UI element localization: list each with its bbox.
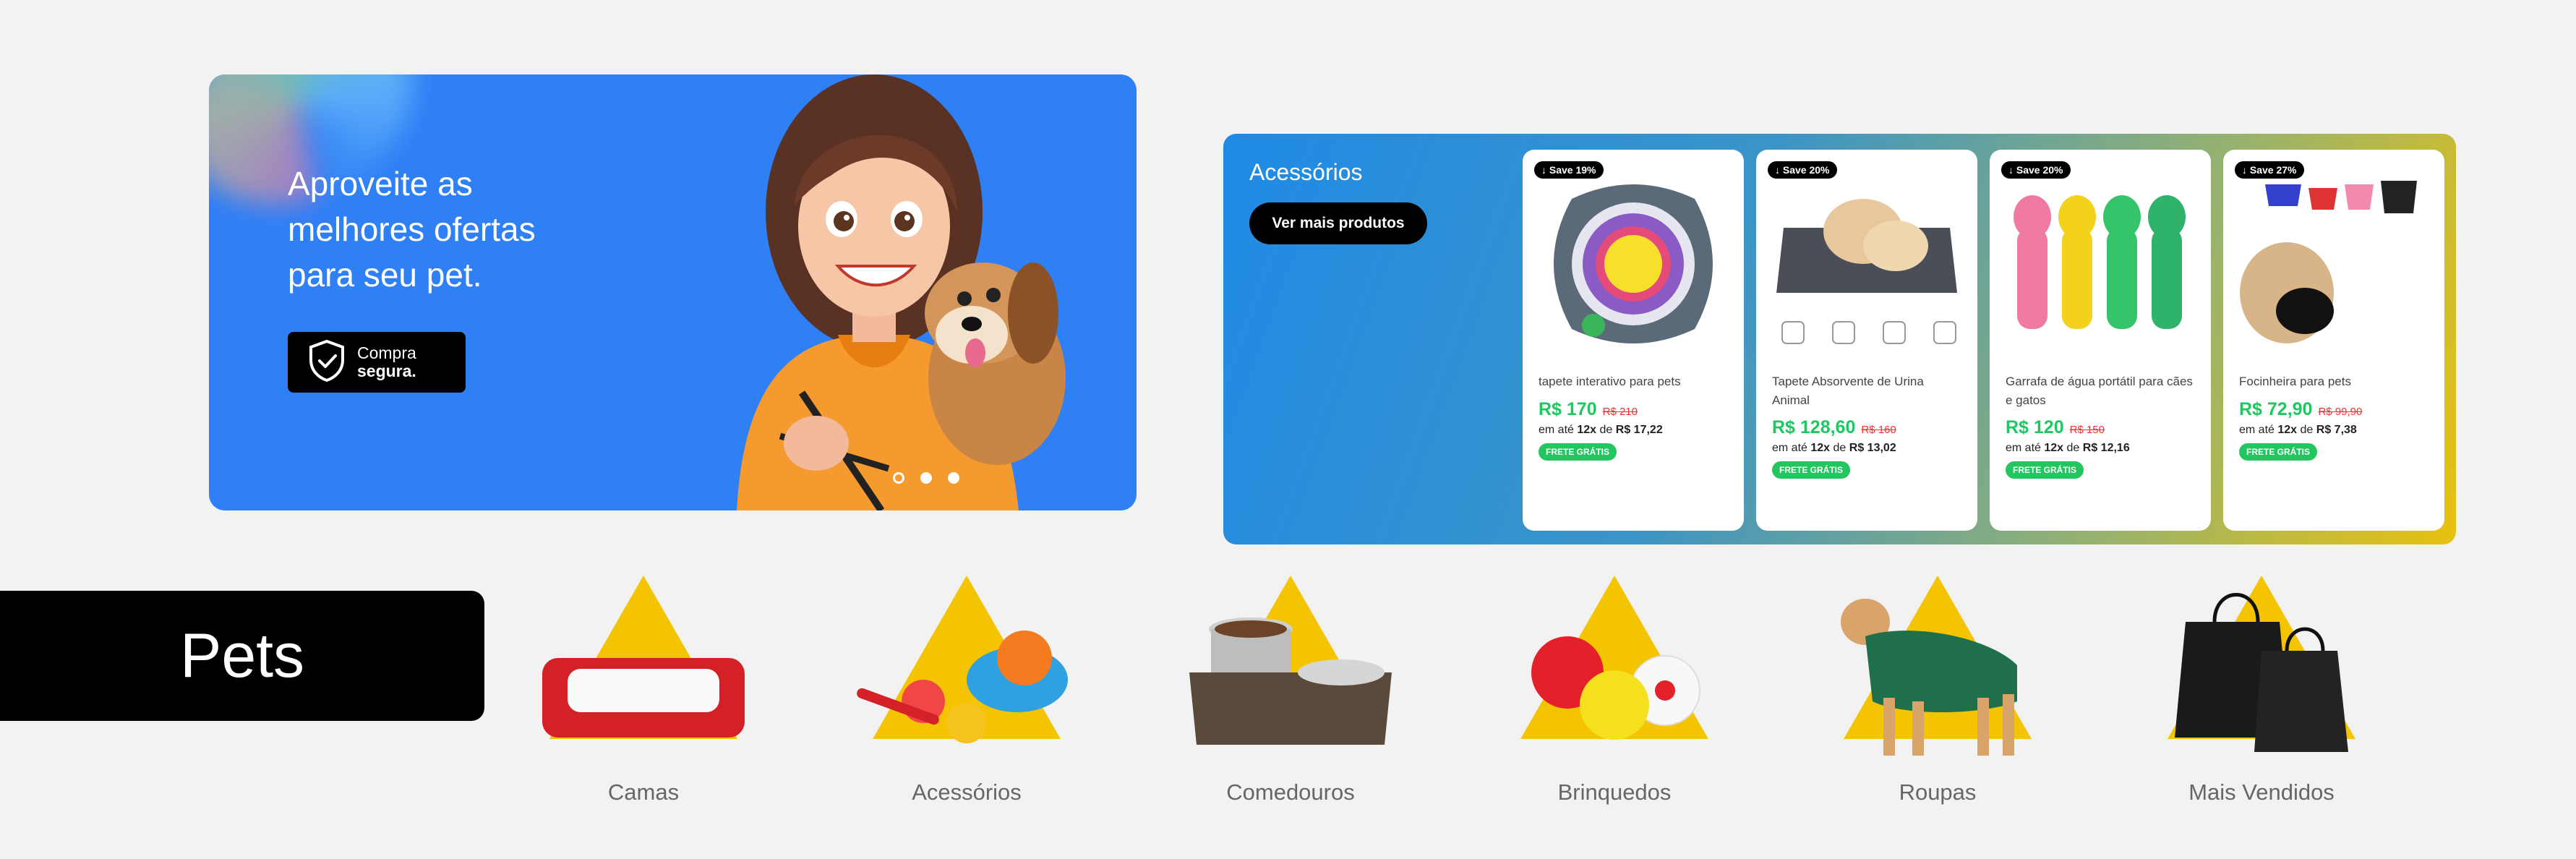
- category-comedouros[interactable]: Comedouros: [1175, 571, 1406, 817]
- hero-headline: Aproveite as melhores ofertas para seu p…: [288, 165, 536, 294]
- pets-section-label: Pets: [0, 591, 484, 721]
- shopping-bags-icon: [2168, 576, 2355, 752]
- carousel-dot-3[interactable]: [948, 472, 959, 484]
- pet-bed-icon: [542, 576, 745, 739]
- category-label: Comedouros: [1226, 779, 1355, 805]
- product-price: R$ 128,60 R$ 160: [1772, 417, 1896, 437]
- product-price: R$ 120 R$ 150: [2006, 417, 2105, 437]
- product-card[interactable]: ↓ Save 27% Focinheira para pets R$ 72,90…: [2223, 150, 2444, 531]
- free-shipping-badge: FRETE GRÁTIS: [1539, 443, 1617, 461]
- installments: em até 12x de R$ 7,38: [2239, 424, 2357, 436]
- installments: em até 12x de R$ 13,02: [1772, 442, 1896, 454]
- water-bottles-image: [2014, 195, 2186, 329]
- discount-badge: ↓ Save 27%: [2235, 161, 2304, 179]
- free-shipping-badge: FRETE GRÁTIS: [2239, 443, 2318, 461]
- girl-with-dog-illustration: [737, 74, 1066, 510]
- old-price: R$ 160: [1861, 424, 1896, 436]
- pet-toys-icon: [1520, 576, 1708, 740]
- view-more-products-button[interactable]: Ver mais produtos: [1249, 202, 1427, 244]
- category-label: Brinquedos: [1557, 779, 1672, 805]
- category-acessorios[interactable]: Acessórios: [851, 571, 1082, 817]
- category-brinquedos[interactable]: Brinquedos: [1499, 571, 1730, 817]
- carousel-dot-1[interactable]: [893, 472, 904, 484]
- product-card[interactable]: ↓ Save 20% Tapete Absorvente de Urina An…: [1756, 150, 1977, 531]
- product-name: tapete interativo para pets: [1539, 375, 1681, 388]
- shield-check-icon: [307, 338, 347, 387]
- secure-purchase-badge: Compra segura.: [288, 332, 466, 393]
- old-price: R$ 99,90: [2318, 406, 2363, 418]
- muzzle-image: [2240, 181, 2417, 343]
- free-shipping-badge: FRETE GRÁTIS: [1772, 461, 1851, 479]
- accessories-product-strip: Acessórios Ver mais produtos ↓ Save 19% …: [1223, 134, 2456, 544]
- discount-badge: ↓ Save 20%: [2001, 161, 2071, 179]
- old-price: R$ 210: [1602, 406, 1638, 418]
- badge-line1: Compra: [357, 343, 416, 362]
- old-price: R$ 150: [2069, 424, 2105, 436]
- interactive-mat-image: [1554, 184, 1713, 343]
- pet-clothes-icon: [1841, 576, 2032, 756]
- product-price: R$ 72,90 R$ 99,90: [2239, 399, 2363, 419]
- product-card[interactable]: ↓ Save 20% Garrafa de água portátil para…: [1990, 150, 2211, 531]
- discount-badge: ↓ Save 19%: [1534, 161, 1604, 179]
- hero-banner[interactable]: Aproveite as melhores ofertas para seu p…: [209, 74, 1137, 510]
- pet-feeder-icon: [1189, 576, 1392, 745]
- badge-line2: segura.: [357, 362, 416, 380]
- product-name: Focinheira para pets: [2239, 375, 2351, 388]
- category-label: Camas: [607, 779, 680, 805]
- discount-badge: ↓ Save 20%: [1768, 161, 1837, 179]
- product-card[interactable]: ↓ Save 19% tapete interativo para pets R…: [1523, 150, 1744, 531]
- free-shipping-badge: FRETE GRÁTIS: [2006, 461, 2084, 479]
- category-label: Roupas: [1899, 779, 1977, 805]
- category-label: Acessórios: [912, 779, 1022, 805]
- carousel-dots: [893, 472, 959, 484]
- urine-pad-image: [1776, 199, 1957, 344]
- category-camas[interactable]: Camas: [528, 571, 759, 817]
- category-label: Mais Vendidos: [2188, 779, 2335, 805]
- category-mais-vendidos[interactable]: Mais Vendidos: [2146, 571, 2377, 817]
- installments: em até 12x de R$ 12,16: [2006, 442, 2130, 454]
- strip-title: Acessórios: [1249, 159, 1363, 185]
- pet-accessories-icon: [857, 576, 1068, 743]
- carousel-dot-2[interactable]: [920, 472, 932, 484]
- installments: em até 12x de R$ 17,22: [1539, 424, 1663, 436]
- category-roupas[interactable]: Roupas: [1822, 571, 2053, 817]
- product-price: R$ 170 R$ 210: [1539, 399, 1638, 419]
- product-name: Garrafa de água portátil para cães e gat…: [2006, 375, 2193, 407]
- product-name: Tapete Absorvente de Urina Animal: [1772, 375, 1924, 407]
